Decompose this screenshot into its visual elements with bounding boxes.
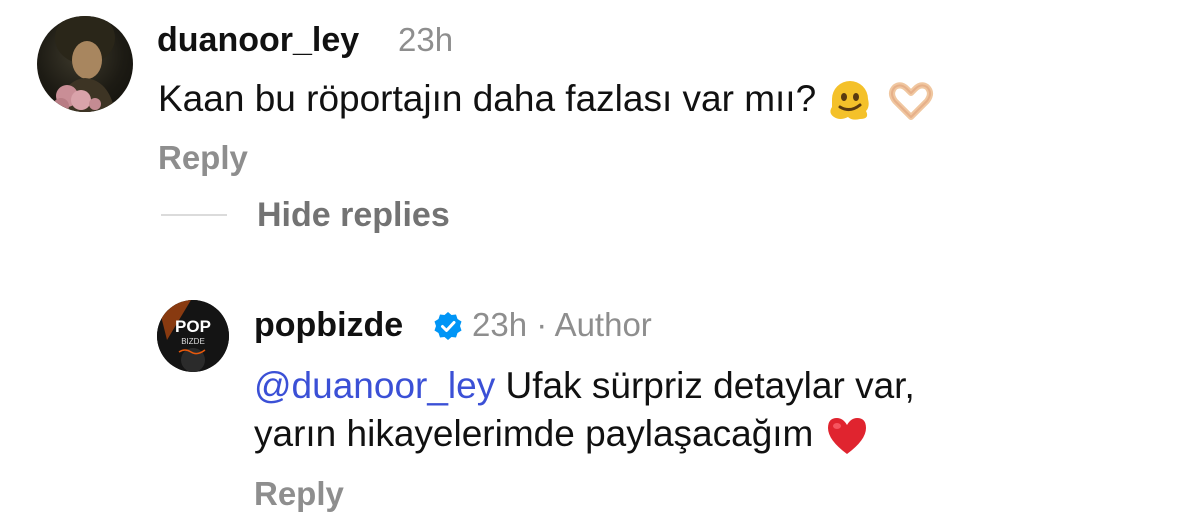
profile-photo-icon [53, 16, 115, 112]
red-heart-icon [827, 418, 866, 455]
avatar-duanoor-ley[interactable] [37, 16, 133, 112]
reply-button[interactable]: Reply [158, 138, 248, 178]
reply-text-line1-content: Ufak sürpriz detaylar var, [495, 365, 915, 406]
avatar-logo-line1: POP [175, 317, 211, 336]
verified-badge-icon [434, 312, 462, 340]
comment-username[interactable]: duanoor_ley [157, 20, 359, 60]
thread-divider [161, 214, 227, 216]
reply-text-line1: @duanoor_ley Ufak sürpriz detaylar var, [254, 359, 915, 412]
heart-hands-icon [888, 82, 933, 121]
hide-replies-button[interactable]: Hide replies [257, 195, 450, 235]
reply-username[interactable]: popbizde [254, 305, 403, 345]
mention-link[interactable]: @duanoor_ley [254, 365, 495, 406]
avatar-popbizde[interactable]: POP BIZDE [157, 300, 229, 372]
popbizde-logo-icon: POP BIZDE [157, 300, 229, 372]
comment-text: Kaan bu röportajın daha fazlası var mıı? [158, 72, 937, 125]
reply-button-2[interactable]: Reply [254, 474, 344, 514]
comment-time: 23h [398, 21, 454, 58]
reply-text-line2: yarın hikayelerimde paylaşacağım [254, 407, 870, 460]
reply-text-line2-content: yarın hikayelerimde paylaşacağım [254, 413, 814, 454]
comment-text-content: Kaan bu röportajın daha fazlası var mıı? [158, 78, 827, 119]
avatar-logo-line2: BIZDE [181, 337, 205, 346]
melting-face-icon [830, 81, 870, 120]
reply-meta: 23h · Author [472, 306, 652, 343]
